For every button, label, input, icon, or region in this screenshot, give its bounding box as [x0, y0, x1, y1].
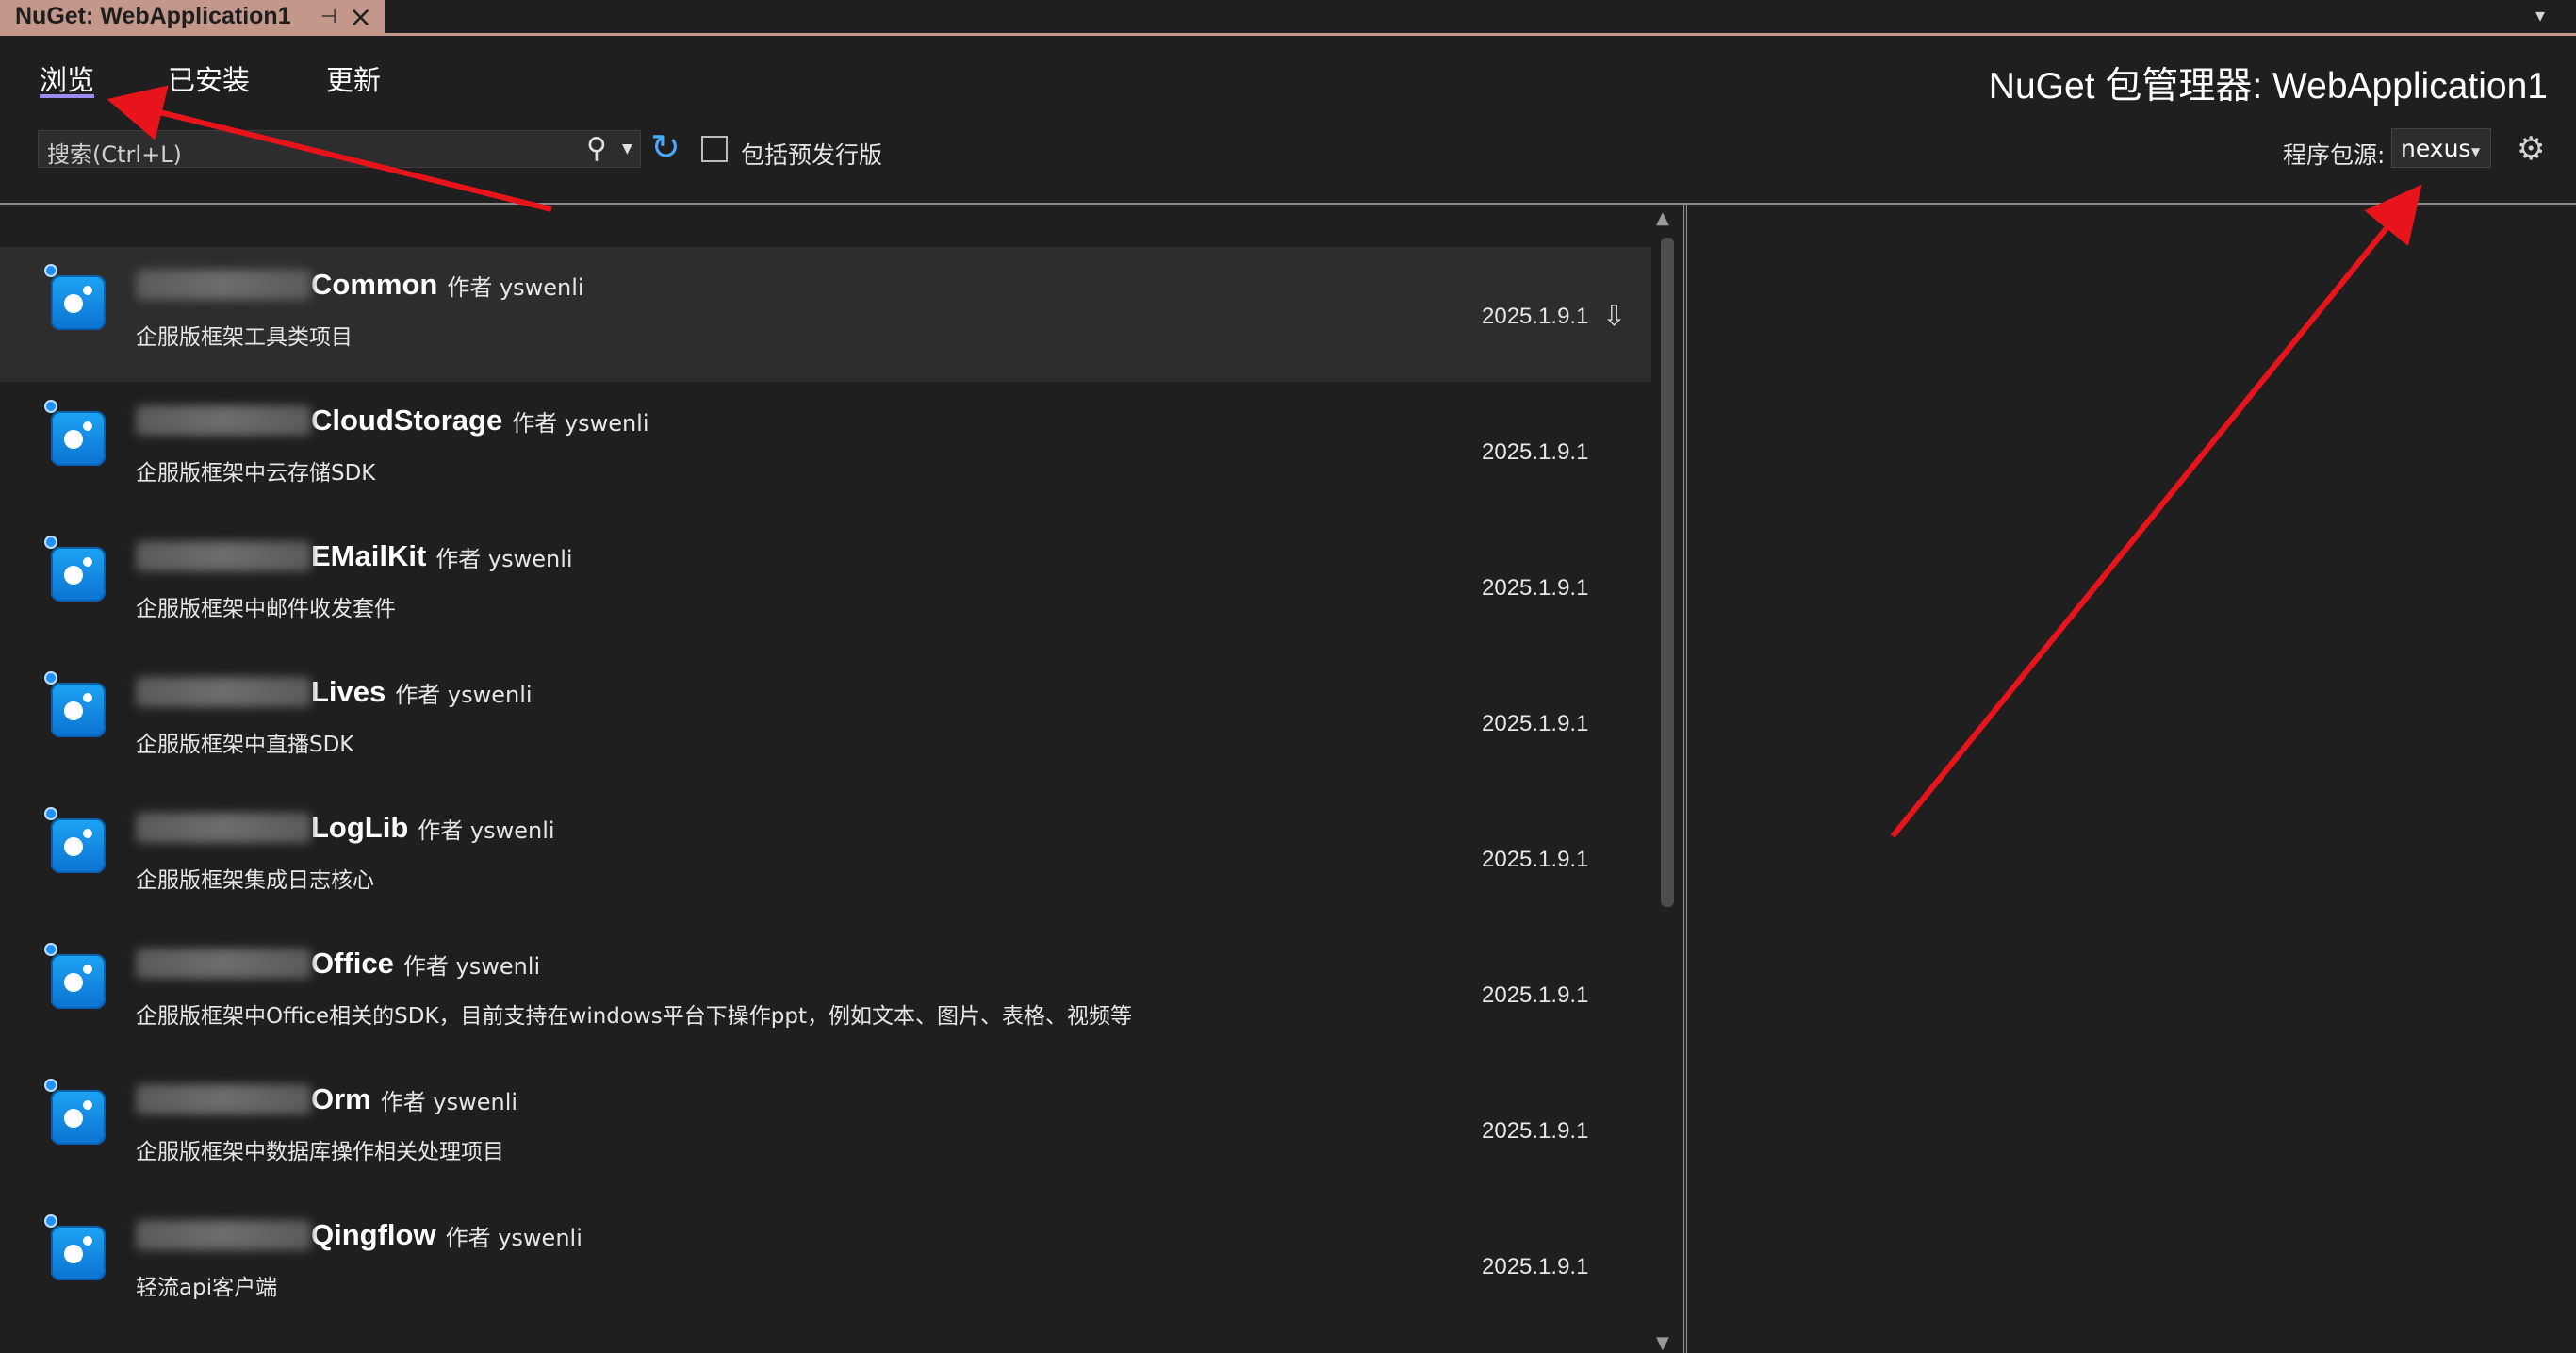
package-description: 企服版框架中Office相关的SDK，目前支持在windows平台下操作ppt，…: [136, 1004, 1132, 1029]
package-name: LogLib: [311, 811, 409, 844]
package-title-line: Common 作者 yswenli: [136, 268, 584, 302]
package-icon: [51, 1090, 106, 1145]
redacted-name-prefix: [136, 405, 311, 436]
package-version: 2025.1.9.1: [1482, 1118, 1589, 1144]
package-row[interactable]: CloudStorage 作者 yswenli 企服版框架中云存储SDK 2025.1…: [0, 383, 1651, 518]
package-icon: [51, 954, 106, 1009]
package-version: 2025.1.9.1: [1482, 439, 1589, 465]
redacted-name-prefix: [136, 1084, 311, 1114]
redacted-name-prefix: [136, 813, 311, 843]
chevron-down-icon[interactable]: ▾: [2535, 4, 2545, 26]
redacted-name-prefix: [136, 677, 311, 707]
search-placeholder: 搜索(Ctrl+L): [47, 141, 182, 168]
redacted-name-prefix: [136, 1220, 311, 1250]
scroll-up-icon[interactable]: ▲: [1656, 208, 1669, 228]
package-name: Orm: [311, 1082, 371, 1115]
package-name: EMailKit: [311, 539, 427, 572]
package-author: 作者 yswenli: [445, 1224, 582, 1251]
package-version: 2025.1.9.1: [1482, 847, 1589, 872]
close-icon[interactable]: ×: [349, 1, 372, 34]
refresh-icon[interactable]: ↻: [650, 126, 681, 168]
package-description: 企服版框架集成日志核心: [136, 868, 374, 893]
package-row[interactable]: Office 作者 yswenli 企服版框架中Office相关的SDK，目前支持在…: [0, 926, 1651, 1061]
package-row[interactable]: EMailKit 作者 yswenli 企服版框架中邮件收发套件 2025.1.9.1: [0, 519, 1651, 653]
package-description: 企服版框架中数据库操作相关处理项目: [136, 1140, 504, 1164]
package-title-line: CloudStorage 作者 yswenli: [136, 404, 649, 437]
package-title-line: Office 作者 yswenli: [136, 947, 540, 981]
prerelease-checkbox[interactable]: [701, 136, 728, 162]
search-icon[interactable]: ⚲: [586, 132, 607, 165]
search-options-chevron-icon[interactable]: ▼: [622, 141, 632, 157]
package-icon: [51, 818, 106, 873]
install-download-icon[interactable]: ⇩: [1602, 300, 1626, 333]
package-name: Office: [311, 947, 394, 980]
package-title-line: EMailKit 作者 yswenli: [136, 539, 573, 573]
package-version: 2025.1.9.1: [1482, 1254, 1589, 1279]
document-tab-strip: [0, 0, 2576, 36]
scroll-down-icon[interactable]: ▼: [1656, 1333, 1669, 1353]
scrollbar-thumb[interactable]: [1661, 238, 1674, 907]
package-list[interactable]: Common 作者 yswenli 企服版框架工具类项目 2025.1.9.1 ⇩ Clo…: [0, 205, 1651, 1353]
gear-icon[interactable]: ⚙: [2517, 130, 2545, 168]
package-author: 作者 yswenli: [395, 681, 533, 708]
package-description: 企服版框架中邮件收发套件: [136, 597, 396, 621]
tab-updates[interactable]: 更新: [326, 58, 381, 98]
package-source-label: 程序包源:: [2283, 141, 2386, 169]
package-author: 作者 yswenli: [447, 273, 584, 301]
tab-browse[interactable]: 浏览: [40, 58, 94, 98]
package-author: 作者 yswenli: [380, 1088, 518, 1115]
package-name: Qingflow: [311, 1218, 436, 1251]
package-author: 作者 yswenli: [512, 409, 649, 437]
package-row[interactable]: Lives 作者 yswenli 企服版框架中直播SDK 2025.1.9.1: [0, 654, 1651, 789]
package-author: 作者 yswenli: [402, 952, 541, 980]
package-version: 2025.1.9.1: [1482, 575, 1589, 601]
package-icon: [51, 411, 106, 466]
package-title-line: LogLib 作者 yswenli: [136, 811, 555, 845]
package-description: 轻流api客户端: [136, 1276, 278, 1300]
chevron-down-icon: ▼: [2471, 145, 2481, 158]
package-title-line: Orm 作者 yswenli: [136, 1082, 517, 1116]
package-row[interactable]: Orm 作者 yswenli 企服版框架中数据库操作相关处理项目 2025.1.9.1: [0, 1062, 1651, 1196]
package-version: 2025.1.9.1: [1482, 711, 1589, 736]
package-row[interactable]: LogLib 作者 yswenli 企服版框架集成日志核心 2025.1.9.1: [0, 790, 1651, 925]
package-title-line: Qingflow 作者 yswenli: [136, 1218, 582, 1252]
package-details-pane: [1687, 205, 2576, 1353]
package-name: Common: [311, 268, 438, 301]
redacted-name-prefix: [136, 949, 311, 979]
tab-installed[interactable]: 已安装: [168, 58, 250, 98]
package-description: 企服版框架中云存储SDK: [136, 461, 376, 486]
package-name: Lives: [311, 675, 386, 708]
package-icon: [51, 275, 106, 330]
package-version: 2025.1.9.1: [1482, 304, 1589, 329]
package-source-value: nexus: [2401, 135, 2471, 162]
page-title: NuGet 包管理器: WebApplication1: [1988, 66, 2548, 107]
package-author: 作者 yswenli: [418, 817, 555, 844]
package-icon: [51, 547, 106, 602]
package-author: 作者 yswenli: [435, 545, 573, 572]
package-icon: [51, 683, 106, 737]
package-title-line: Lives 作者 yswenli: [136, 675, 533, 709]
active-tab-indicator: [40, 94, 94, 98]
package-version: 2025.1.9.1: [1482, 982, 1589, 1008]
redacted-name-prefix: [136, 541, 311, 571]
package-name: CloudStorage: [311, 404, 503, 437]
pin-icon[interactable]: ⊣: [320, 5, 336, 27]
package-row[interactable]: Qingflow 作者 yswenli 轻流api客户端 2025.1.9.1: [0, 1197, 1651, 1332]
redacted-name-prefix: [136, 270, 311, 300]
document-tab-title: NuGet: WebApplication1: [15, 3, 291, 29]
package-icon: [51, 1226, 106, 1280]
package-description: 企服版框架中直播SDK: [136, 733, 354, 757]
package-row[interactable]: Common 作者 yswenli 企服版框架工具类项目 2025.1.9.1 ⇩: [0, 247, 1651, 382]
package-description: 企服版框架工具类项目: [136, 325, 353, 350]
prerelease-label: 包括预发行版: [741, 141, 883, 169]
